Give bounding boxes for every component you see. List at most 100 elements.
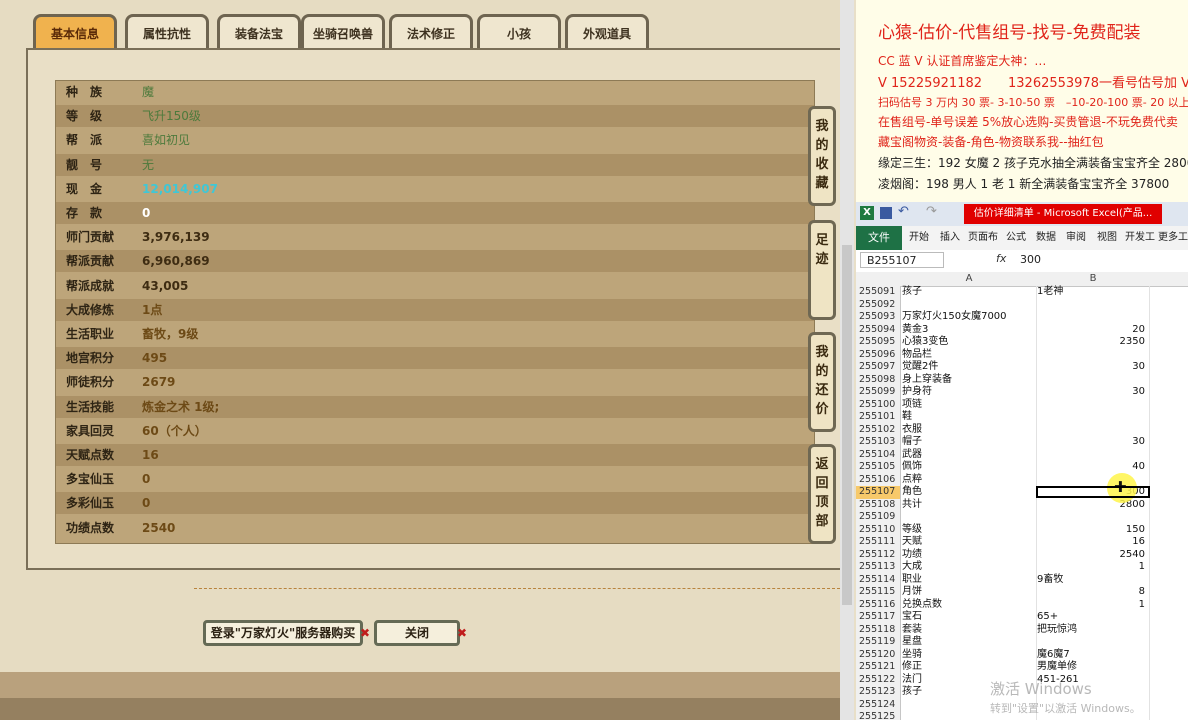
row-number[interactable]: 255093 [856, 311, 901, 324]
cell-a[interactable]: 觉醒2件 [902, 361, 1036, 374]
row-number[interactable]: 255106 [856, 473, 901, 486]
ribbon-tab-7[interactable]: 视图 [1092, 226, 1122, 250]
cell-b[interactable]: 30 [1037, 361, 1145, 374]
cell-b[interactable]: 2540 [1037, 549, 1145, 562]
row-number[interactable]: 255119 [856, 636, 901, 649]
tab-5[interactable]: 小孩 [477, 14, 561, 48]
row-number[interactable]: 255099 [856, 386, 901, 399]
cell-b[interactable]: 9畜牧 [1037, 574, 1149, 587]
table-row[interactable]: 255099 护身符 30 [856, 386, 1188, 399]
column-b-header[interactable]: B [1037, 272, 1149, 286]
ribbon-tab-8[interactable]: 开发工 [1124, 226, 1156, 250]
table-row[interactable]: 255091 孩子 1老神 [856, 286, 1188, 299]
table-row[interactable]: 255104 武器 [856, 448, 1188, 461]
table-row[interactable]: 255092 [856, 298, 1188, 311]
row-number[interactable]: 255110 [856, 523, 901, 536]
tab-0[interactable]: 基本信息 [33, 14, 117, 48]
tab-2[interactable]: 装备法宝 [217, 14, 301, 48]
table-row[interactable]: 255118 套装 把玩惊鸿 [856, 623, 1188, 637]
cell-a[interactable]: 心猿3变色 [902, 336, 1036, 349]
ribbon-tab-5[interactable]: 数据 [1032, 226, 1060, 250]
cell-a[interactable]: 兑换点数 [902, 599, 1036, 612]
row-number[interactable]: 255124 [856, 698, 901, 711]
cell-a[interactable]: 宝石 [902, 611, 1036, 624]
table-row[interactable]: 255109 [856, 511, 1188, 524]
cell-a[interactable]: 大成 [902, 561, 1036, 574]
table-row[interactable]: 255100 项链 [856, 398, 1188, 412]
ribbon-tab-2[interactable]: 插入 [936, 226, 964, 250]
table-row[interactable]: 255102 衣服 [856, 423, 1188, 437]
scrollbar-thumb[interactable] [842, 245, 852, 605]
cell-b[interactable]: 30 [1037, 436, 1145, 449]
tab-4[interactable]: 法术修正 [389, 14, 473, 48]
row-number[interactable]: 255120 [856, 648, 901, 661]
ribbon-tab-4[interactable]: 公式 [1002, 226, 1030, 250]
close-button[interactable]: 关闭 ✖ [374, 620, 467, 646]
row-number[interactable]: 255097 [856, 361, 901, 374]
cell-a[interactable]: 衣服 [902, 424, 1036, 437]
row-number[interactable]: 255125 [856, 711, 901, 720]
row-number[interactable]: 255107 [856, 486, 901, 499]
cell-b[interactable]: 1 [1037, 561, 1145, 574]
cell-a[interactable]: 星盘 [902, 636, 1036, 649]
cell-a[interactable]: 等级 [902, 524, 1036, 537]
save-icon[interactable] [880, 207, 892, 219]
tab-1[interactable]: 属性抗性 [125, 14, 209, 48]
row-number[interactable]: 255103 [856, 436, 901, 449]
cell-a[interactable]: 帽子 [902, 436, 1036, 449]
my-favorites-button[interactable]: 我的收藏 [808, 106, 836, 206]
cell-a[interactable]: 黄金3 [902, 324, 1036, 337]
cell-b[interactable]: 150 [1037, 524, 1145, 537]
row-number[interactable]: 255118 [856, 623, 901, 636]
row-number[interactable]: 255105 [856, 461, 901, 474]
cell-a[interactable]: 护身符 [902, 386, 1036, 399]
table-row[interactable]: 255121 修正 男魔单修 [856, 661, 1188, 674]
footprint-button[interactable]: 足迹 [808, 220, 836, 320]
cell-b[interactable]: 1老神 [1037, 286, 1149, 299]
table-row[interactable]: 255113 大成 1 [856, 561, 1188, 574]
table-row[interactable]: 255105 佩饰 40 [856, 461, 1188, 474]
table-row[interactable]: 255114 职业 9畜牧 [856, 573, 1188, 587]
table-row[interactable]: 255103 帽子 30 [856, 436, 1188, 449]
cell-a[interactable]: 月饼 [902, 586, 1036, 599]
row-number[interactable]: 255115 [856, 586, 901, 599]
row-number[interactable]: 255121 [856, 661, 901, 674]
row-number[interactable]: 255101 [856, 411, 901, 424]
row-number[interactable]: 255091 [856, 286, 901, 299]
cell-a[interactable]: 职业 [902, 574, 1036, 587]
table-row[interactable]: 255111 天赋 16 [856, 536, 1188, 549]
cell-b[interactable]: 男魔单修 [1037, 661, 1149, 674]
table-row[interactable]: 255098 身上穿装备 [856, 373, 1188, 387]
table-row[interactable]: 255093 万家灯火150女魔7000 [856, 311, 1188, 324]
name-box[interactable]: B255107 [860, 252, 944, 268]
ribbon-tab-6[interactable]: 审阅 [1062, 226, 1090, 250]
row-number[interactable]: 255116 [856, 598, 901, 611]
row-number[interactable]: 255098 [856, 373, 901, 386]
table-row[interactable]: 255096 物品栏 [856, 348, 1188, 361]
cell-a[interactable]: 坐骑 [902, 649, 1036, 662]
table-row[interactable]: 255097 觉醒2件 30 [856, 361, 1188, 374]
my-counteroffer-button[interactable]: 我的还价 [808, 332, 836, 432]
cell-a[interactable]: 身上穿装备 [902, 374, 1036, 387]
cell-a[interactable]: 佩饰 [902, 461, 1036, 474]
table-row[interactable]: 255106 点粹 [856, 473, 1188, 486]
table-row[interactable]: 255115 月饼 8 [856, 586, 1188, 599]
row-number[interactable]: 255114 [856, 573, 901, 586]
cell-a[interactable]: 项链 [902, 399, 1036, 412]
cell-b[interactable]: 40 [1037, 461, 1145, 474]
cell-a[interactable]: 套装 [902, 624, 1036, 637]
table-row[interactable]: 255094 黄金3 20 [856, 323, 1188, 337]
row-number[interactable]: 255117 [856, 611, 901, 624]
cell-b[interactable]: 2350 [1037, 336, 1145, 349]
redo-icon[interactable]: ↷ [926, 204, 937, 219]
table-row[interactable]: 255112 功绩 2540 [856, 548, 1188, 562]
row-number[interactable]: 255095 [856, 336, 901, 349]
cell-b[interactable]: 1 [1037, 599, 1145, 612]
cell-a[interactable]: 共计 [902, 499, 1036, 512]
table-row[interactable]: 255101 鞋 [856, 411, 1188, 424]
row-number[interactable]: 255123 [856, 686, 901, 699]
formula-input[interactable]: 300 [1020, 253, 1041, 266]
table-row[interactable]: 255119 星盘 [856, 636, 1188, 649]
cell-b[interactable]: 16 [1037, 536, 1145, 549]
cell-a[interactable]: 修正 [902, 661, 1036, 674]
